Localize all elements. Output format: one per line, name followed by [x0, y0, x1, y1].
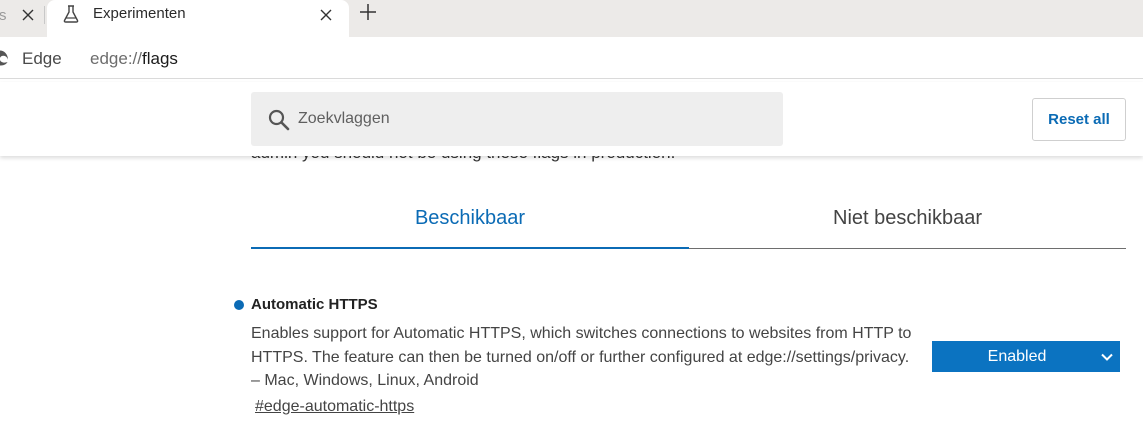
previous-tab-title: s — [0, 6, 7, 24]
tab-unavailable[interactable]: Niet beschikbaar — [689, 190, 1126, 249]
active-tab-indicator — [251, 247, 689, 249]
search-input[interactable] — [298, 92, 768, 146]
flask-icon — [61, 4, 81, 24]
close-icon[interactable] — [18, 5, 38, 25]
tab-title: Experimenten — [93, 5, 186, 22]
tab-strip: s Experimenten — [0, 0, 1143, 37]
flag-tabs: Beschikbaar Niet beschikbaar — [251, 190, 1126, 250]
url-field[interactable]: edge://flags — [90, 49, 178, 69]
new-tab-button[interactable] — [356, 2, 380, 26]
url-scheme: edge:// — [90, 49, 142, 68]
search-box[interactable] — [251, 92, 783, 146]
address-bar: Edge edge://flags — [0, 37, 1143, 79]
plus-icon — [358, 2, 378, 27]
tab-available[interactable]: Beschikbaar — [251, 190, 689, 249]
flag-state-value: Enabled — [987, 347, 1047, 365]
flag-permalink[interactable]: #edge-automatic-https — [255, 398, 414, 416]
chevron-down-icon — [1100, 350, 1114, 364]
flags-header: Reset all — [0, 82, 1143, 156]
close-icon[interactable] — [315, 4, 337, 26]
site-identity-label[interactable]: Edge — [22, 49, 62, 69]
flag-title: Automatic HTTPS — [251, 296, 378, 313]
search-icon — [267, 108, 291, 132]
flag-state-select[interactable]: Enabled — [932, 341, 1120, 372]
reset-all-button[interactable]: Reset all — [1032, 98, 1126, 141]
flag-description: Enables support for Automatic HTTPS, whi… — [251, 325, 912, 389]
url-path: flags — [142, 49, 178, 68]
tab-separator — [44, 6, 45, 24]
edge-logo-icon — [0, 49, 10, 67]
previous-tab[interactable]: s — [0, 0, 44, 30]
modified-indicator-dot — [234, 300, 244, 310]
tab-experimenten[interactable]: Experimenten — [47, 0, 349, 37]
